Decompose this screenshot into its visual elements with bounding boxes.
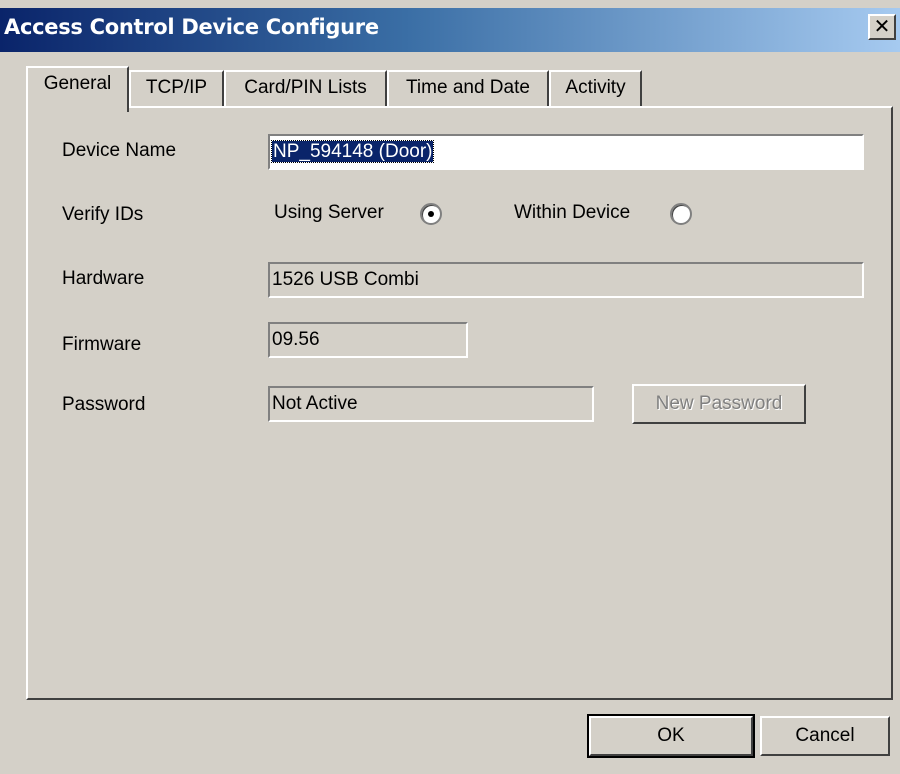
- using-server-label: Using Server: [274, 202, 384, 223]
- tab-activity[interactable]: Activity: [549, 70, 642, 106]
- verify-ids-label: Verify IDs: [62, 204, 144, 225]
- general-tab-panel: Device Name NP_594148 (Door) Verify IDs …: [26, 106, 893, 700]
- new-password-button[interactable]: New Password: [632, 384, 806, 424]
- title-bar[interactable]: Access Control Device Configure ✕: [0, 8, 900, 52]
- hardware-field: 1526 USB Combi: [268, 262, 864, 298]
- using-server-radio[interactable]: [420, 203, 442, 225]
- device-name-label: Device Name: [62, 140, 177, 161]
- device-name-value: NP_594148 (Door): [270, 140, 435, 163]
- firmware-field: 09.56: [268, 322, 468, 358]
- tab-tcp-ip[interactable]: TCP/IP: [129, 70, 224, 106]
- close-button[interactable]: ✕: [868, 14, 896, 40]
- password-label: Password: [62, 394, 146, 415]
- device-name-field[interactable]: NP_594148 (Door): [268, 134, 864, 170]
- cancel-button[interactable]: Cancel: [760, 716, 890, 756]
- within-device-label: Within Device: [514, 202, 631, 223]
- hardware-label: Hardware: [62, 268, 145, 289]
- dialog-window: Access Control Device Configure ✕ Genera…: [0, 0, 900, 774]
- password-field: Not Active: [268, 386, 594, 422]
- window-title: Access Control Device Configure: [4, 15, 379, 39]
- firmware-label: Firmware: [62, 334, 142, 355]
- tab-card-pin-lists[interactable]: Card/PIN Lists: [224, 70, 387, 106]
- ok-button[interactable]: OK: [587, 714, 755, 758]
- tab-general[interactable]: General: [26, 66, 129, 112]
- close-icon: ✕: [873, 16, 891, 38]
- tab-time-and-date[interactable]: Time and Date: [387, 70, 549, 106]
- within-device-radio[interactable]: [670, 203, 692, 225]
